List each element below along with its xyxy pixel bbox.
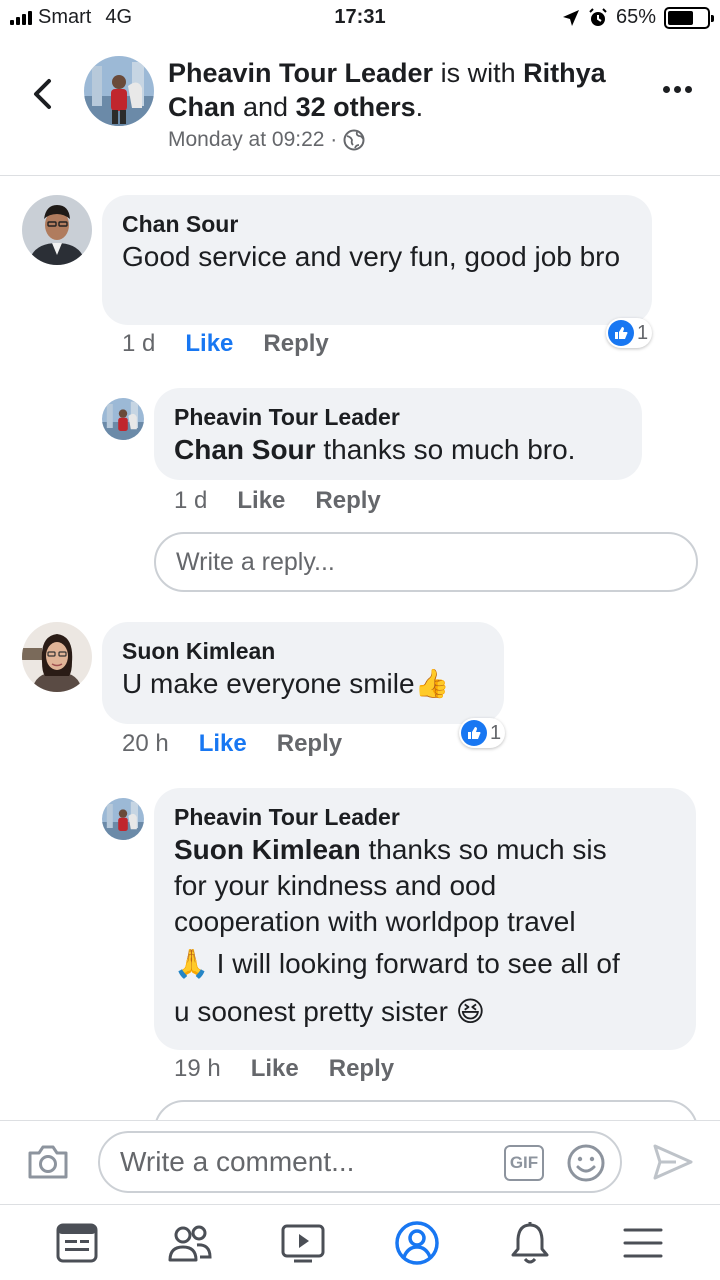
comment-input-placeholder: Write a comment... <box>120 1146 355 1177</box>
friends-icon <box>168 1225 212 1261</box>
nav-watch[interactable] <box>271 1213 335 1273</box>
reply-time: 19 h <box>174 1055 221 1082</box>
gif-button[interactable]: GIF <box>504 1145 544 1181</box>
bell-icon <box>511 1221 549 1263</box>
praying-hands-emoji: 🙏 <box>174 948 209 979</box>
comment-bubble: Suon Kimlean U make everyone smile👍 <box>102 622 504 724</box>
comment-author[interactable]: Suon Kimlean <box>122 636 484 666</box>
video-play-icon <box>281 1224 325 1262</box>
like-reaction-icon <box>461 720 487 746</box>
comment-time: 20 h <box>122 730 169 757</box>
like-button[interactable]: Like <box>199 730 247 758</box>
location-arrow-icon <box>562 9 579 26</box>
reply-body: for your kindness and ood <box>174 870 497 901</box>
reply-body: thanks so much bro. <box>315 434 576 465</box>
nav-notifications[interactable] <box>498 1213 562 1273</box>
reply-mention[interactable]: Suon Kimlean <box>174 834 361 865</box>
comment-bubble: Chan Sour Good service and very fun, goo… <box>102 195 652 325</box>
smiley-icon <box>567 1144 605 1182</box>
send-button[interactable] <box>652 1143 694 1186</box>
battery-icon <box>664 6 714 29</box>
reply-button[interactable]: Reply <box>263 330 328 358</box>
back-button[interactable] <box>22 72 62 116</box>
reply-button[interactable]: Reply <box>277 730 342 758</box>
camera-icon <box>28 1145 68 1179</box>
battery-percent: 65% <box>615 6 656 28</box>
reply-author[interactable]: Pheavin Tour Leader <box>174 802 676 832</box>
alarm-icon <box>589 7 607 26</box>
like-button[interactable]: Like <box>237 487 285 515</box>
reply-button[interactable]: Reply <box>329 1055 394 1083</box>
comment-input[interactable]: Write a comment... GIF <box>98 1131 622 1193</box>
comment-text: U make everyone smile👍 <box>122 666 484 702</box>
chevron-left-icon <box>34 79 51 109</box>
comment-body: U make everyone smile <box>122 668 415 699</box>
reaction-count-badge[interactable]: 1 <box>606 318 653 348</box>
reply-body: I will looking forward to see all of <box>208 948 620 979</box>
thumbs-up-emoji: 👍 <box>414 668 450 699</box>
reply-author[interactable]: Pheavin Tour Leader <box>174 402 622 432</box>
hamburger-menu-icon <box>623 1228 663 1257</box>
laughing-emoji: 😆 <box>455 996 485 1027</box>
others-link[interactable]: 32 others <box>296 92 416 122</box>
status-bar: Smart 4G 17:31 65% <box>0 0 720 36</box>
profile-icon <box>394 1220 439 1265</box>
post-meta: Monday at 09:22 · <box>168 128 638 152</box>
reaction-count-badge[interactable]: 1 <box>459 718 506 748</box>
post-title: Pheavin Tour Leader is with Rithya Chan … <box>168 56 638 152</box>
reply-body: u soonest pretty sister <box>174 996 456 1027</box>
reaction-count: 1 <box>490 721 502 744</box>
comment-time: 1 d <box>122 330 156 357</box>
author-avatar[interactable] <box>84 56 154 126</box>
reply-time: 1 d <box>174 487 208 514</box>
like-reaction-icon <box>608 320 634 346</box>
commenter-avatar[interactable] <box>22 622 92 692</box>
comment-composer: Write a comment... GIF <box>0 1120 720 1204</box>
send-icon <box>653 1144 693 1180</box>
reaction-count: 1 <box>637 321 649 344</box>
nav-friends[interactable] <box>158 1213 222 1273</box>
reply-mention[interactable]: Chan Sour <box>174 434 316 465</box>
bottom-navigation <box>0 1204 720 1280</box>
reply-input[interactable]: Write a reply... <box>154 532 698 592</box>
comment-author[interactable]: Chan Sour <box>122 209 632 239</box>
comment-actions: 20 h Like Reply <box>122 730 342 758</box>
title-period: . <box>415 92 424 122</box>
reply-actions: 1 d Like Reply <box>174 487 381 515</box>
globe-icon <box>343 129 365 151</box>
reply-actions: 19 h Like Reply <box>174 1055 394 1083</box>
with-text: is with <box>440 58 516 88</box>
post-title-line: Pheavin Tour Leader is with Rithya Chan … <box>168 56 638 124</box>
more-options-button[interactable] <box>663 86 692 93</box>
post-timestamp[interactable]: Monday at 09:22 · <box>168 128 337 152</box>
reply-body: thanks so much sis <box>360 834 607 865</box>
reply-text: Chan Sour thanks so much bro. <box>174 432 622 468</box>
reply-avatar[interactable] <box>102 798 144 840</box>
like-button[interactable]: Like <box>185 330 233 358</box>
nav-news-feed[interactable] <box>45 1213 109 1273</box>
author-name[interactable]: Pheavin Tour Leader <box>168 58 433 88</box>
reply-button[interactable]: Reply <box>315 487 380 515</box>
reply-body: cooperation with worldpop travel <box>174 906 576 937</box>
post-header: Pheavin Tour Leader is with Rithya Chan … <box>0 36 720 176</box>
comment-text: Good service and very fun, good job bro <box>122 241 621 272</box>
news-feed-icon <box>56 1223 98 1262</box>
nav-menu[interactable] <box>611 1213 675 1273</box>
status-icons: 65% <box>562 6 714 29</box>
like-button[interactable]: Like <box>251 1055 299 1083</box>
commenter-avatar[interactable] <box>22 195 92 265</box>
comment-actions: 1 d Like Reply <box>122 330 329 358</box>
camera-button[interactable] <box>26 1143 70 1186</box>
reply-bubble: Pheavin Tour Leader Suon Kimlean thanks … <box>154 788 696 1050</box>
nav-profile[interactable] <box>385 1213 449 1273</box>
and-text: and <box>243 92 289 122</box>
sticker-button[interactable] <box>566 1143 606 1190</box>
reply-avatar[interactable] <box>102 398 144 440</box>
reply-bubble: Pheavin Tour Leader Chan Sour thanks so … <box>154 388 642 480</box>
reply-text: Suon Kimlean thanks so much sis for your… <box>174 832 676 1036</box>
